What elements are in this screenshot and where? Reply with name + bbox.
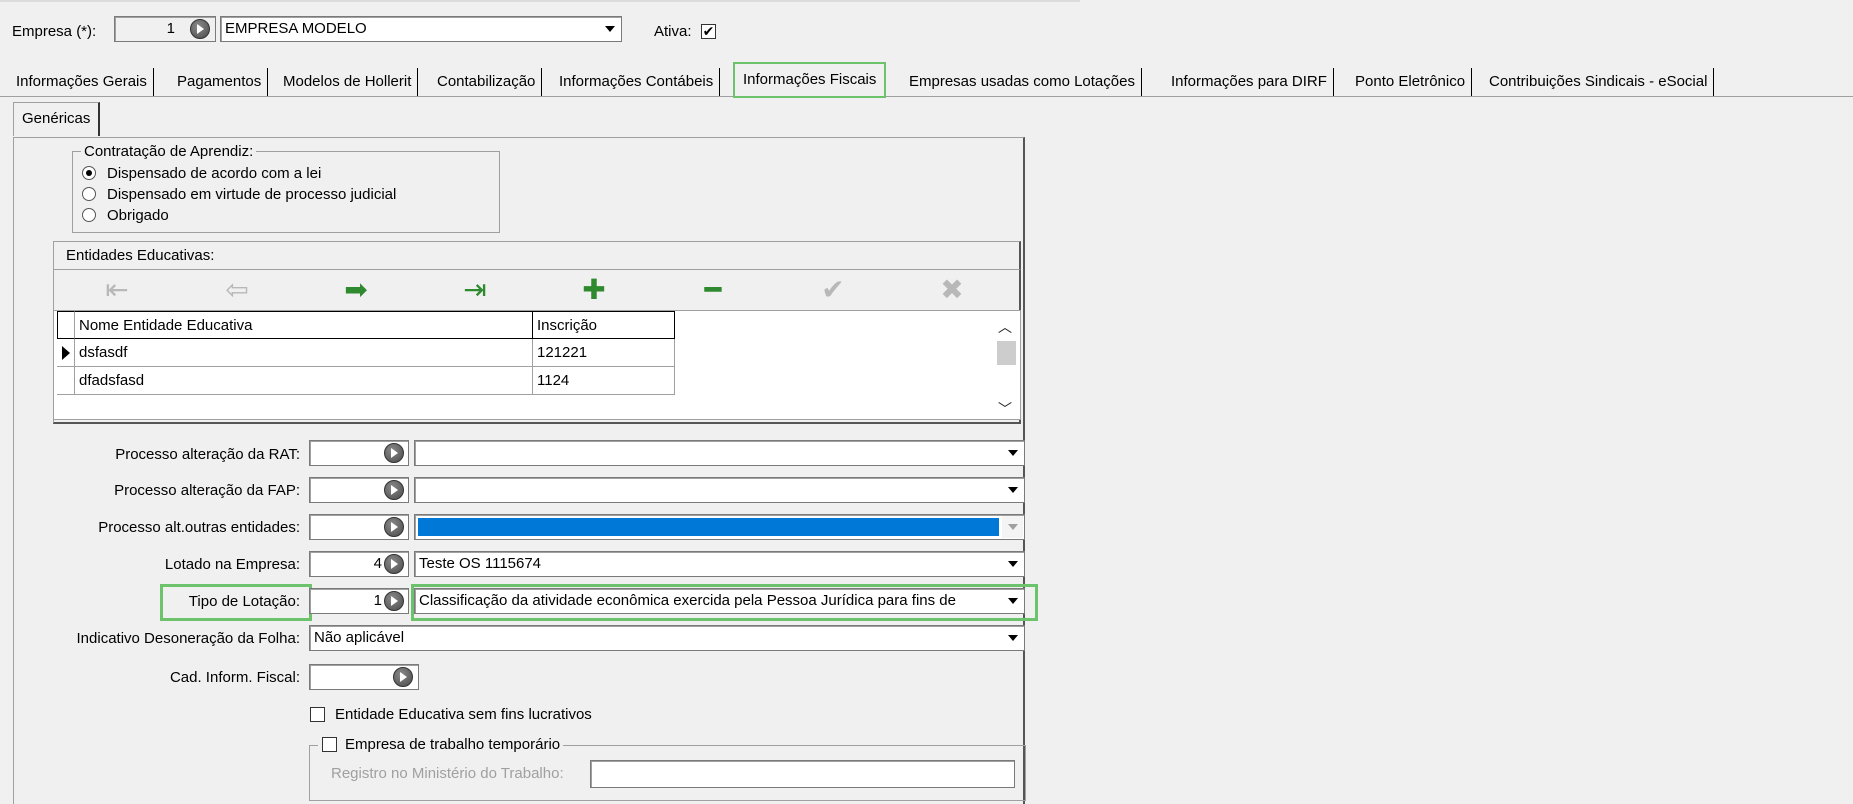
radio-dispensado-lei-label: Dispensado de acordo com a lei [107,165,322,182]
cell-inscricao[interactable]: 121221 [533,339,675,367]
lotado-label: Lotado na Empresa: [164,556,300,573]
cell-inscricao[interactable]: 1124 [533,367,675,395]
row-indicator [57,367,75,395]
entidade-sem-fins-checkbox[interactable] [310,707,325,722]
fap-code-field[interactable] [309,477,409,503]
outras-code-field[interactable] [309,514,409,540]
tab-contabilizacao[interactable]: Contabilização [431,68,543,96]
grid-indicator-header [57,311,75,339]
radio-dispensado-judicial-label: Dispensado em virtude de processo judici… [107,186,397,203]
empresa-name-value: EMPRESA MODELO [225,20,367,37]
entidades-title: Entidades Educativas: [66,247,215,264]
tab-informacoes-dirf[interactable]: Informações para DIRF [1165,68,1334,96]
tab-contribuicoes-sindicais[interactable]: Contribuições Sindicais - eSocial [1483,68,1715,96]
chevron-up-icon[interactable]: ︿ [998,319,1012,335]
outras-label: Processo alt.outras entidades: [98,519,300,536]
chevron-down-icon[interactable] [599,18,620,40]
aprendiz-title: Contratação de Aprendiz: [81,143,257,161]
empresa-name-select[interactable]: EMPRESA MODELO [220,16,622,42]
tipo-lotacao-code-field[interactable]: 1 [309,588,409,614]
empresa-label: Empresa (*): [12,23,97,40]
window-top-border [0,0,1080,2]
next-icon[interactable]: ➡ [336,272,376,308]
lotado-code-field[interactable]: 4 [309,551,409,577]
cad-fiscal-field[interactable] [309,664,419,690]
lookup-icon[interactable] [393,667,413,687]
temporario-checkbox[interactable] [322,736,337,752]
outras-desc-select[interactable] [414,514,1025,540]
tipo-lotacao-label: Tipo de Lotação: [188,593,300,610]
rat-code-field[interactable] [309,440,409,466]
entidades-grid[interactable]: Nome Entidade Educativa Inscrição dsfasd… [53,310,1021,420]
tab-informacoes-fiscais[interactable]: Informações Fiscais [733,62,887,98]
tab-ponto-eletronico[interactable]: Ponto Eletrônico [1349,68,1473,96]
ativa-label: Ativa: [654,23,692,40]
column-inscricao[interactable]: Inscrição [533,311,675,339]
tipo-lotacao-code-value: 1 [373,592,382,609]
desoneracao-value: Não aplicável [314,629,405,646]
lookup-icon[interactable] [384,480,404,500]
row-indicator [57,339,75,367]
lookup-icon[interactable] [190,19,210,39]
temporario-label: Empresa de trabalho temporário [345,736,561,753]
chevron-down-icon[interactable]: ﹀ [998,401,1012,417]
lookup-icon[interactable] [384,591,404,611]
fap-label: Processo alteração da FAP: [114,482,300,499]
outras-desc-value [418,518,999,536]
rat-label: Processo alteração da RAT: [115,446,300,463]
tab-pagamentos[interactable]: Pagamentos [171,68,269,96]
radio-dispensado-judicial[interactable] [82,187,96,201]
chevron-down-icon[interactable] [1002,553,1023,575]
entidade-sem-fins-label: Entidade Educativa sem fins lucrativos [335,706,592,723]
radio-dispensado-lei[interactable] [82,166,96,180]
tab-informacoes-contabeis[interactable]: Informações Contábeis [553,68,721,96]
empresa-code-field[interactable]: 1 [114,16,216,42]
lotado-desc-select[interactable]: Teste OS 1115674 [414,551,1025,577]
chevron-down-icon[interactable] [1002,479,1023,501]
cell-nome[interactable]: dfadsfasd [75,367,533,395]
tab-modelos-hollerit[interactable]: Modelos de Hollerit [277,68,419,96]
cancel-icon[interactable]: ✖ [932,272,972,308]
delete-icon[interactable]: ━ [693,272,733,308]
tab-informacoes-gerais[interactable]: Informações Gerais [10,68,154,96]
empresa-code-value: 1 [166,20,175,37]
prior-icon[interactable]: ⇦ [217,272,257,308]
lookup-icon[interactable] [384,443,404,463]
column-nome-entidade[interactable]: Nome Entidade Educativa [75,311,533,339]
desoneracao-label: Indicativo Desoneração da Folha: [76,630,300,647]
first-icon[interactable]: ⇤ [97,272,137,308]
temporario-title: Empresa de trabalho temporário [318,736,564,754]
tab-genericas[interactable]: Genéricas [13,102,101,136]
lookup-icon[interactable] [384,554,404,574]
scrollbar-thumb[interactable] [997,341,1016,365]
current-row-arrow-icon [62,346,70,360]
registro-label: Registro no Ministério do Trabalho: [331,765,564,782]
chevron-down-icon[interactable] [1002,627,1023,649]
chevron-down-icon[interactable] [1002,442,1023,464]
tipo-lotacao-select-highlight [411,584,1038,621]
registro-input[interactable] [590,760,1015,788]
content-panel [13,137,1025,804]
rat-desc-select[interactable] [414,440,1025,466]
tab-empresas-lotacoes[interactable]: Empresas usadas como Lotações [903,68,1142,96]
radio-obrigado-label: Obrigado [107,207,169,224]
lotado-desc-value: Teste OS 1115674 [419,555,542,572]
db-navigator: ⇤ ⇦ ➡ ⇥ ✚ ━ ✔ ✖ [53,272,1021,308]
insert-icon[interactable]: ✚ [574,272,614,308]
post-icon[interactable]: ✔ [813,272,853,308]
radio-obrigado[interactable] [82,208,96,222]
fap-desc-select[interactable] [414,477,1025,503]
lotado-code-value: 4 [373,555,382,572]
desoneracao-select[interactable]: Não aplicável [309,625,1025,651]
lookup-icon[interactable] [384,517,404,537]
chevron-down-icon[interactable] [1002,516,1023,538]
grid-vertical-scrollbar[interactable]: ︿ ﹀ [996,315,1016,417]
cell-nome[interactable]: dsfasdf [75,339,533,367]
ativa-checkbox[interactable]: ✔ [701,24,716,39]
last-icon[interactable]: ⇥ [455,272,495,308]
cad-fiscal-label: Cad. Inform. Fiscal: [169,669,300,686]
